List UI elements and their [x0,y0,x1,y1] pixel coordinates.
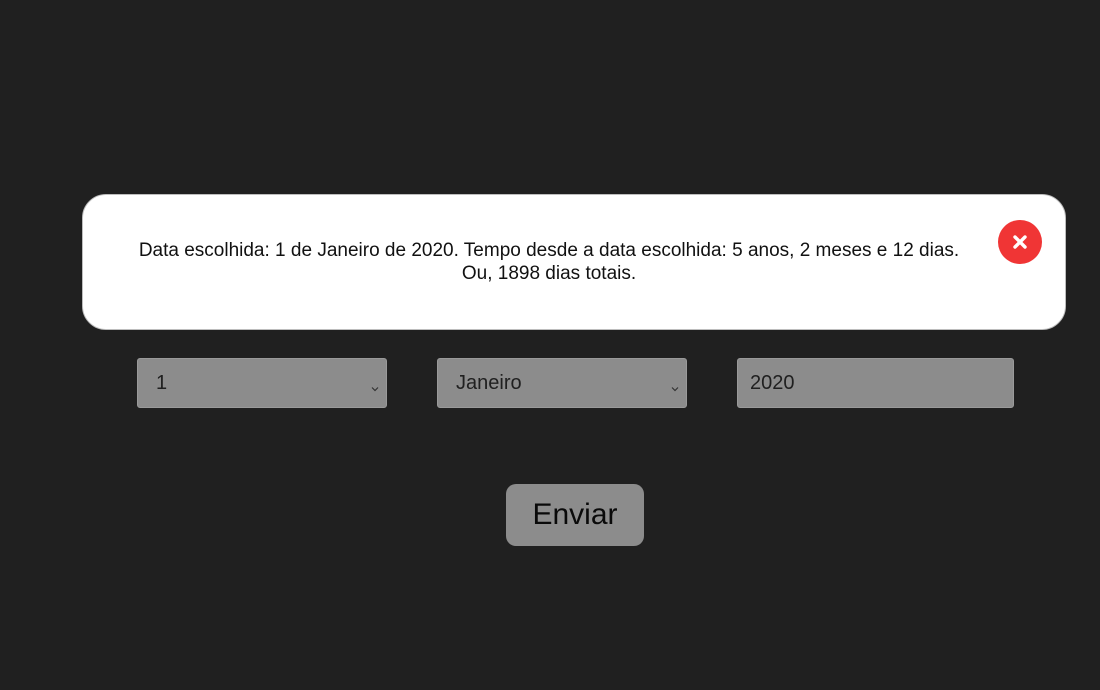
result-line-1: Data escolhida: 1 de Janeiro de 2020. Te… [138,240,960,261]
page: Data escolhida: 1 de Janeiro de 2020. Te… [0,0,1100,690]
day-select[interactable]: 1 [137,358,387,408]
month-select[interactable]: Janeiro [437,358,687,408]
close-button[interactable] [998,220,1042,264]
result-message: Data escolhida: 1 de Janeiro de 2020. Te… [103,239,995,285]
chevron-down-icon [370,377,380,392]
day-select-value: 1 [156,371,168,394]
year-input[interactable] [737,358,1014,408]
chevron-down-icon [670,377,680,392]
submit-button[interactable]: Enviar [506,484,644,546]
result-line-2: Ou, 1898 dias totais. [461,263,637,284]
close-x-icon [1012,234,1028,250]
month-select-value: Janeiro [456,371,522,394]
result-popup: Data escolhida: 1 de Janeiro de 2020. Te… [82,194,1066,330]
